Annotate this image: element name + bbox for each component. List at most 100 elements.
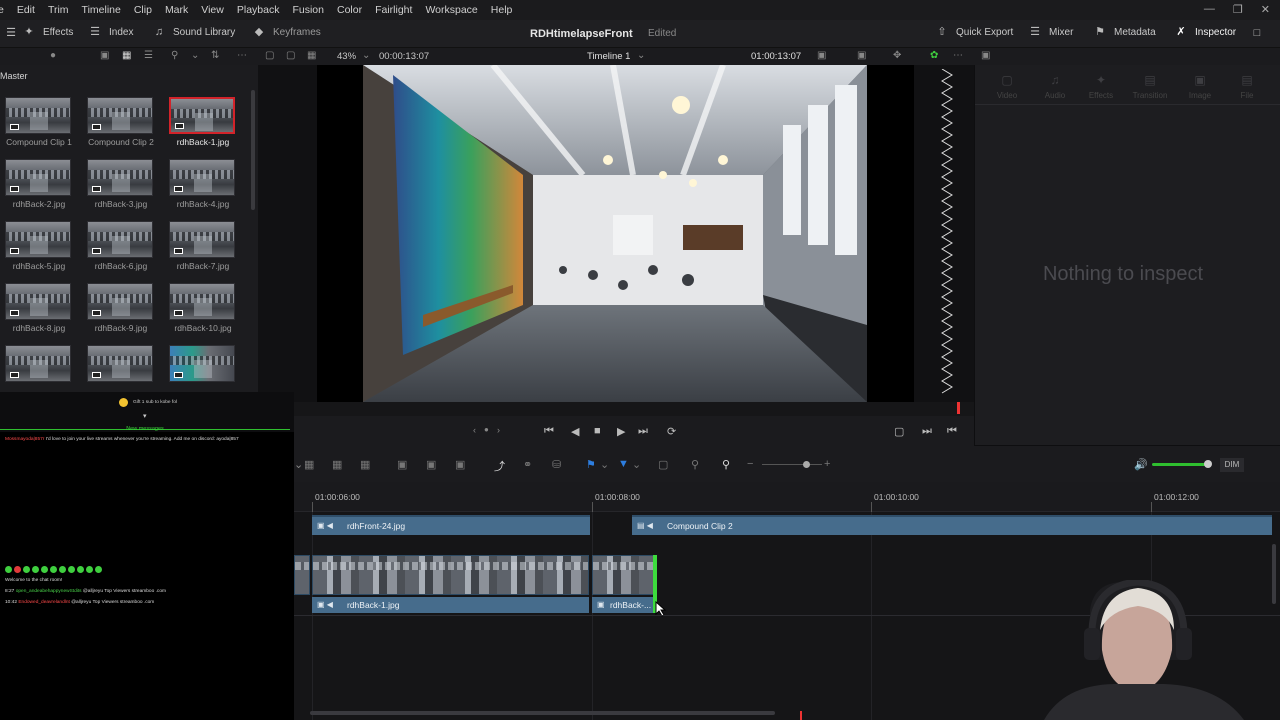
flag-icon[interactable]: ⚑ xyxy=(586,458,596,471)
tab-effects[interactable]: ✦ Effects xyxy=(1081,73,1121,100)
sound-library-button[interactable]: ♫ Sound Library xyxy=(152,26,235,39)
inspector-button[interactable]: ✗ Inspector xyxy=(1174,26,1236,39)
media-clip[interactable]: Compound Clip 2 xyxy=(87,97,155,147)
playhead-marker[interactable] xyxy=(957,402,960,414)
viewer-mode-icon[interactable]: ▢ xyxy=(265,50,274,61)
tab-video[interactable]: ▢ Video xyxy=(987,73,1027,100)
zoom-level[interactable]: 43% xyxy=(337,51,356,62)
nav-dot-icon[interactable]: ● xyxy=(484,425,489,434)
menu-mark[interactable]: Mark xyxy=(165,4,188,16)
view-options-icon[interactable]: ▣ xyxy=(817,50,826,61)
clip-filmstrip[interactable] xyxy=(312,555,589,595)
media-clip[interactable]: rdhBack-7.jpg xyxy=(169,221,237,271)
viewer-scrubber[interactable] xyxy=(258,402,974,416)
nav-next-icon[interactable]: › xyxy=(497,425,500,435)
menu-timeline[interactable]: Timeline xyxy=(82,4,121,16)
restore-icon[interactable]: ❐ xyxy=(1233,3,1243,16)
trim-start-icon[interactable]: ▦ xyxy=(304,458,314,471)
layout-icon[interactable]: ▦ xyxy=(307,50,316,61)
preview-image[interactable] xyxy=(363,65,867,402)
clip-filmstrip[interactable] xyxy=(294,555,310,595)
clip-filmstrip[interactable] xyxy=(592,555,654,595)
media-clip[interactable]: rdhBack-3.jpg xyxy=(87,159,155,209)
snapping-icon[interactable]: ⤴ xyxy=(494,458,505,474)
media-clip[interactable]: rdhBack-10.jpg xyxy=(169,283,237,333)
volume-slider-track[interactable] xyxy=(1152,463,1210,466)
media-pool-scrollbar[interactable] xyxy=(251,90,255,210)
menu-edit[interactable]: Edit xyxy=(17,4,35,16)
chevron-down-icon[interactable]: ⌄ xyxy=(632,458,641,471)
quick-export-button[interactable]: ⇧ Quick Export xyxy=(935,26,1013,39)
effects-button[interactable]: ✦ Effects xyxy=(22,26,73,39)
tab-transition[interactable]: ▤ Transition xyxy=(1130,73,1170,100)
metadata-view-icon[interactable]: ☰ xyxy=(144,50,153,61)
panel-expand-icon[interactable]: □ xyxy=(1250,27,1264,40)
viewer-more-icon[interactable]: ⋯ xyxy=(953,50,963,61)
timeline-name[interactable]: Timeline 1 xyxy=(587,51,630,62)
chevron-down-icon[interactable]: ⌄ xyxy=(294,458,303,471)
panel-toggle-icon[interactable]: ☰ xyxy=(4,27,18,40)
media-clip[interactable]: rdhBack-2.jpg xyxy=(5,159,73,209)
media-clip[interactable]: rdhBack-8.jpg xyxy=(5,283,73,333)
lock-icon[interactable]: ⛁ xyxy=(552,458,561,471)
media-clip[interactable]: Compound Clip 1 xyxy=(5,97,73,147)
transform-icon[interactable]: ✥ xyxy=(893,50,901,61)
timeline-horizontal-scrollbar[interactable] xyxy=(310,711,775,715)
chevron-down-icon[interactable]: ⌄ xyxy=(362,50,370,61)
media-clip[interactable]: rdhBack-9.jpg xyxy=(87,283,155,333)
insert-clip-icon[interactable]: ▣ xyxy=(397,458,407,471)
tab-file[interactable]: ▤ File xyxy=(1227,73,1267,100)
timeline-ruler[interactable]: 01:00:06:00 01:00:08:00 01:00:10:00 01:0… xyxy=(294,482,1280,512)
zoom-full-icon[interactable]: ▢ xyxy=(658,458,668,471)
timeline-clip[interactable]: ▣ ◀ rdhFront-24.jpg xyxy=(312,515,590,535)
minimize-icon[interactable]: — xyxy=(1204,3,1215,16)
index-button[interactable]: ☰ Index xyxy=(88,26,133,39)
loop-icon[interactable]: ⟳ xyxy=(667,425,676,438)
mixer-button[interactable]: ☰ Mixer xyxy=(1028,26,1073,39)
volume-slider-knob[interactable] xyxy=(1204,460,1212,468)
media-clip[interactable] xyxy=(87,345,155,382)
menu-playback[interactable]: Playback xyxy=(237,4,280,16)
next-edit-icon[interactable]: ⏭ xyxy=(922,425,932,438)
nav-prev-icon[interactable]: ‹ xyxy=(473,425,476,435)
safe-area-icon[interactable]: ▢ xyxy=(286,50,295,61)
menu-help[interactable]: Help xyxy=(491,4,513,16)
media-clip[interactable]: rdhBack-6.jpg xyxy=(87,221,155,271)
menu-trim[interactable]: Trim xyxy=(48,4,69,16)
keyframes-button[interactable]: ◆ Keyframes xyxy=(252,26,321,39)
close-icon[interactable]: ✕ xyxy=(1261,3,1270,16)
media-clip[interactable] xyxy=(5,345,73,382)
dim-button[interactable]: DIM xyxy=(1220,458,1244,472)
zoom-slider-track[interactable] xyxy=(762,464,822,465)
zoom-in-icon[interactable]: + xyxy=(824,458,830,470)
menu-file[interactable]: e xyxy=(0,4,4,16)
inspector-layout-icon[interactable]: ▣ xyxy=(981,50,990,61)
zoom-detail-icon[interactable]: ⚲ xyxy=(691,458,699,471)
thumbnail-view-icon[interactable]: ▦ xyxy=(122,50,131,61)
trim-end-icon[interactable]: ▦ xyxy=(360,458,370,471)
menu-fusion[interactable]: Fusion xyxy=(292,4,324,16)
menu-fairlight[interactable]: Fairlight xyxy=(375,4,412,16)
media-clip-selected[interactable]: rdhBack-1.jpg xyxy=(169,97,237,147)
marker-icon[interactable]: ▼ xyxy=(618,458,629,470)
timeline-clip[interactable]: ▣ ◀ rdhBack-1.jpg xyxy=(312,597,589,613)
tab-audio[interactable]: ♫ Audio xyxy=(1035,73,1075,100)
sort-icon[interactable]: ⇅ xyxy=(211,50,219,61)
chevron-down-icon[interactable]: ⌄ xyxy=(600,458,609,471)
color-picker-icon[interactable]: ✿ xyxy=(930,50,938,61)
size-slider-icon[interactable]: ● xyxy=(50,50,56,61)
chevron-down-icon[interactable]: ⌄ xyxy=(637,50,645,61)
zoom-out-icon[interactable]: − xyxy=(747,458,753,470)
link-icon[interactable]: ⚭ xyxy=(523,458,532,471)
go-to-start-icon[interactable]: ⏮ xyxy=(544,425,554,438)
trim-icon[interactable]: ▦ xyxy=(332,458,342,471)
overwrite-clip-icon[interactable]: ▣ xyxy=(426,458,436,471)
stop-icon[interactable]: ■ xyxy=(594,425,601,437)
master-folder-label[interactable]: Master xyxy=(0,71,28,81)
volume-icon[interactable]: 🔊 xyxy=(1134,458,1148,471)
go-to-end-icon[interactable]: ⏭ xyxy=(638,425,648,438)
zoom-custom-icon[interactable]: ⚲ xyxy=(722,458,730,471)
metadata-button[interactable]: ⚑ Metadata xyxy=(1093,26,1156,39)
tab-image[interactable]: ▣ Image xyxy=(1180,73,1220,100)
media-clip[interactable] xyxy=(169,345,237,382)
